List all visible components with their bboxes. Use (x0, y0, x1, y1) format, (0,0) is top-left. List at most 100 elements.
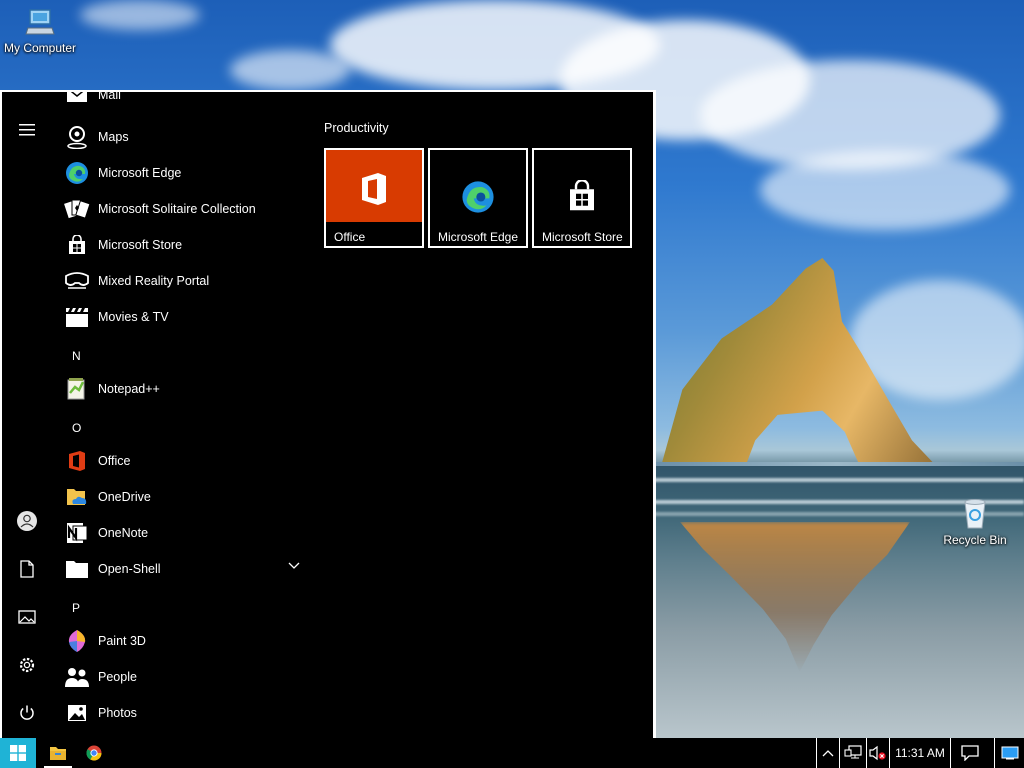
app-item-label: OneDrive (98, 490, 151, 504)
office-icon (326, 172, 422, 206)
desktop-icon-my-computer[interactable]: My Computer (0, 8, 80, 55)
windows-logo-icon (10, 745, 26, 761)
tile-office[interactable]: Office (324, 148, 424, 248)
people-icon (64, 664, 90, 690)
power-icon (20, 705, 34, 720)
cards-icon (64, 196, 90, 222)
file-explorer-icon (50, 747, 66, 760)
pictures-button[interactable] (10, 600, 44, 634)
app-item-label: Mail (98, 92, 121, 102)
office-icon (64, 448, 90, 474)
tile-label: Microsoft Edge (438, 230, 519, 244)
mail-icon (64, 92, 90, 108)
power-button[interactable] (10, 696, 44, 730)
computer-icon (25, 9, 55, 35)
app-item-photos[interactable]: Photos (52, 696, 306, 730)
tile-group-title[interactable]: Productivity (324, 121, 389, 135)
app-item-paint-3d[interactable]: Paint 3D (52, 624, 306, 658)
expand-menu-button[interactable] (10, 113, 44, 147)
settings-button[interactable] (10, 648, 44, 682)
taskbar: 11:31 AM (0, 738, 1024, 768)
onedrive-icon (64, 484, 90, 510)
app-item-mail[interactable]: Mail (52, 92, 306, 112)
desktop-icon-label: Recycle Bin (943, 533, 1007, 547)
cloud (230, 50, 350, 90)
show-hidden-icons-button[interactable] (817, 738, 839, 768)
clapperboard-icon (64, 304, 90, 330)
app-item-label: Microsoft Store (98, 238, 183, 252)
clock[interactable]: 11:31 AM (890, 738, 950, 768)
start-button[interactable] (0, 738, 36, 768)
app-item-microsoft-store[interactable]: Microsoft Store (52, 228, 306, 262)
app-item-microsoft-edge[interactable]: Microsoft Edge (52, 156, 306, 190)
desktop-icon-label: My Computer (3, 41, 77, 55)
settings-gear-icon (19, 657, 35, 673)
tile-label: Microsoft Store (542, 230, 623, 244)
store-bag-icon (64, 232, 90, 258)
app-item-label: Maps (98, 130, 129, 144)
store-bag-icon (534, 180, 630, 212)
headset-icon (64, 268, 90, 294)
section-letter-p[interactable]: P (72, 601, 80, 615)
app-item-onedrive[interactable]: OneDrive (52, 480, 306, 514)
edge-icon (64, 160, 90, 186)
app-item-people[interactable]: People (52, 660, 306, 694)
volume-button[interactable] (867, 738, 889, 768)
onenote-icon (64, 520, 90, 546)
show-desktop-icon (1001, 746, 1018, 760)
app-item-onenote[interactable]: OneNote (52, 516, 306, 550)
user-account-button[interactable] (10, 504, 44, 538)
app-item-label: Mixed Reality Portal (98, 274, 210, 288)
app-item-notepad-plus-plus[interactable]: Notepad++ (52, 372, 306, 406)
app-item-label: Photos (98, 706, 137, 720)
chevron-up-icon (822, 750, 834, 757)
action-center-icon (961, 745, 979, 761)
recycle-bin-icon (964, 499, 986, 529)
app-item-open-shell[interactable]: Open-Shell (52, 552, 306, 586)
taskbar-chrome[interactable] (76, 738, 112, 768)
network-icon (844, 745, 862, 759)
photos-icon (64, 700, 90, 726)
documents-button[interactable] (10, 552, 44, 586)
chevron-down-icon[interactable] (288, 562, 300, 570)
app-item-office[interactable]: Office (52, 444, 306, 478)
app-item-movies-tv[interactable]: Movies & TV (52, 300, 306, 334)
notepad-plus-icon (64, 376, 90, 402)
show-desktop-button[interactable] (995, 738, 1024, 768)
app-item-label: Office (98, 454, 131, 468)
maps-icon (64, 124, 90, 150)
app-item-mixed-reality-portal[interactable]: Mixed Reality Portal (52, 264, 306, 298)
tile-microsoft-edge[interactable]: Microsoft Edge (428, 148, 528, 248)
tile-microsoft-store[interactable]: Microsoft Store (532, 148, 632, 248)
app-item-label: Open-Shell (98, 562, 161, 576)
network-status-button[interactable] (840, 738, 866, 768)
section-letter-n[interactable]: N (72, 349, 81, 363)
app-item-label: Movies & TV (98, 310, 169, 324)
app-item-label: OneNote (98, 526, 149, 540)
documents-icon (20, 560, 34, 578)
paint-3d-icon (64, 628, 90, 654)
action-center-button[interactable] (951, 738, 989, 768)
desktop-icon-recycle-bin[interactable]: Recycle Bin (935, 498, 1015, 547)
app-item-label: Microsoft Edge (98, 166, 182, 180)
pictures-icon (18, 610, 36, 624)
all-apps-list[interactable]: Mail Maps Microsoft Edge Microsoft Solit… (52, 92, 310, 738)
cloud (80, 0, 200, 30)
hamburger-menu-icon (19, 124, 35, 136)
section-letter-o[interactable]: O (72, 421, 81, 435)
edge-icon (430, 180, 526, 214)
start-menu-rail (2, 92, 52, 738)
chrome-icon (86, 745, 102, 761)
volume-muted-icon (869, 745, 886, 761)
app-item-label: Notepad++ (98, 382, 160, 396)
tile-label: Office (334, 230, 366, 244)
user-account-icon (17, 511, 37, 531)
folder-icon (64, 556, 90, 582)
app-item-solitaire[interactable]: Microsoft Solitaire Collection (52, 192, 306, 226)
app-item-maps[interactable]: Maps (52, 120, 306, 154)
cloud (760, 150, 1010, 230)
app-item-label: People (98, 670, 137, 684)
clock-time: 11:31 AM (895, 746, 945, 760)
taskbar-file-explorer[interactable] (40, 738, 76, 768)
app-item-label: Paint 3D (98, 634, 146, 648)
